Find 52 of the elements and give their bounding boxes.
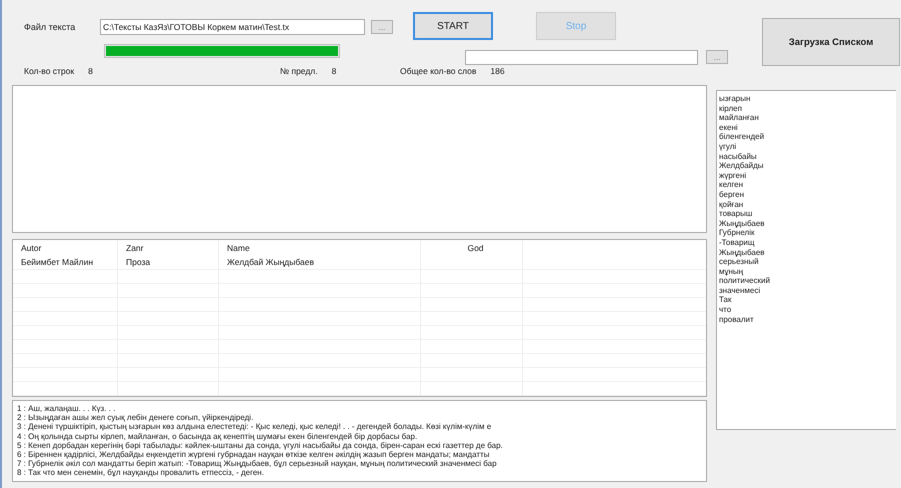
list-item[interactable]: насыбайы	[719, 152, 894, 162]
list-item[interactable]: товарыш	[719, 209, 894, 219]
output-text-area[interactable]	[12, 400, 707, 482]
list-item[interactable]: қойған	[719, 200, 894, 210]
list-item[interactable]: мұның	[719, 266, 894, 276]
table-cell: Бейимбет Майлин	[13, 256, 118, 269]
list-item[interactable]: Губрнелік	[719, 228, 894, 238]
output-line: 2 : Ызыңдаған ашы жел суық лебін денеге соғып, үйіркендіреді.	[17, 413, 254, 422]
list-item[interactable]: значенмесі	[719, 286, 894, 296]
list-item[interactable]: майланған	[719, 113, 894, 123]
start-button[interactable]: START	[413, 12, 493, 40]
load-list-button[interactable]: Загрузка Списком	[762, 18, 900, 66]
list-item[interactable]: Желдбайды	[719, 161, 894, 171]
stat-label: № предл.	[280, 66, 318, 76]
stat-value: 8	[332, 66, 336, 76]
list-item[interactable]: кірлеп	[719, 104, 894, 114]
column-header[interactable]: Zanr	[118, 240, 219, 256]
output-line: 8 : Так что мен сенемін, бұл науқанды провалить етпессіз, - деген.	[17, 468, 265, 478]
list-item[interactable]: үгулі	[719, 142, 894, 152]
list-item[interactable]: -Товарищ	[719, 238, 894, 248]
list-item[interactable]: Жыңдыбаев	[719, 248, 894, 258]
output-line: 4 : Оң қолында сырты кірлеп, майланған, о басында ақ кенептің шумағы екен біленгендей бір дорбасы бар.	[17, 432, 418, 441]
output-line: 5 : Кенеп дорбадан керегінің бәрі табылады: кәйлек-ыштаны да сонда, үгулі насыбайы да сонда, бірен-саран ескі газеттер де бар.	[17, 440, 504, 450]
list-item[interactable]: келген	[719, 180, 894, 190]
list-item[interactable]: екені	[719, 122, 894, 132]
output-line: 7 : Губрнелік әкіл сол мандатты беріп жатып: -Товарищ Жыңдыбаев, бұл серьезный науқан, мұның политический значенмесі бар	[17, 459, 498, 468]
list-item[interactable]: жүргені	[719, 170, 894, 180]
list-item[interactable]: серьезный	[719, 257, 894, 267]
list-item[interactable]: біленгендей	[719, 132, 894, 142]
output-line: 3 : Денені түршіктіріп, қыстың ызғарын көз алдына елестетеді: - Қыс келеді, қыс келеді! . . - дегендей болады. Көзі күлім-күлім е	[17, 422, 492, 432]
column-header[interactable]: Name	[219, 240, 421, 256]
list-item[interactable]: ызғарын	[719, 94, 894, 104]
output-line: 1 : Аш, жалаңаш. . . Күз. . .	[17, 404, 116, 414]
list-item[interactable]: Так	[719, 295, 894, 306]
table-cell: Желдбай Жыңдыбаев	[219, 256, 421, 269]
stat-label: Общее кол-во слов	[400, 66, 476, 76]
word-list[interactable]: ызғарын кірлеп майланған екені біленгендей үгулі насыбайы Желдбайды жүргені келген берген қойған товарыш Жыңдыбаев Губрнелік -Товарищ Жыңдыбаев серьезный мұның политический значенмесі Так что провалит	[716, 90, 896, 430]
file-label: Файл текста	[24, 22, 76, 32]
list-item[interactable]: политический	[719, 276, 894, 286]
column-header[interactable]: God	[421, 240, 523, 256]
output-line: 6 : Біреннен қадірлісі, Желдбайды еңкендетіп жүргені губрнадан науқан өткізе келген әкілдің жазып берген мандаты; мандатты	[17, 450, 490, 460]
stat-value: 8	[88, 66, 93, 76]
table-cell: Проза	[118, 256, 219, 269]
list-item[interactable]: Жыңдыбаев	[719, 218, 894, 228]
list-path-field[interactable]	[465, 50, 698, 65]
file-path-field[interactable]: C:\Тексты КазЯз\ГОТОВЫ Коркем матин\Test.tx	[100, 19, 365, 35]
column-header[interactable]: Autor	[13, 240, 118, 256]
stat-label: Кол-во строк	[24, 66, 74, 76]
list-item[interactable]: берген	[719, 190, 894, 200]
list-item[interactable]: что	[719, 305, 894, 315]
list-item[interactable]: провалит	[719, 314, 894, 324]
stat-value: 186	[490, 66, 505, 76]
